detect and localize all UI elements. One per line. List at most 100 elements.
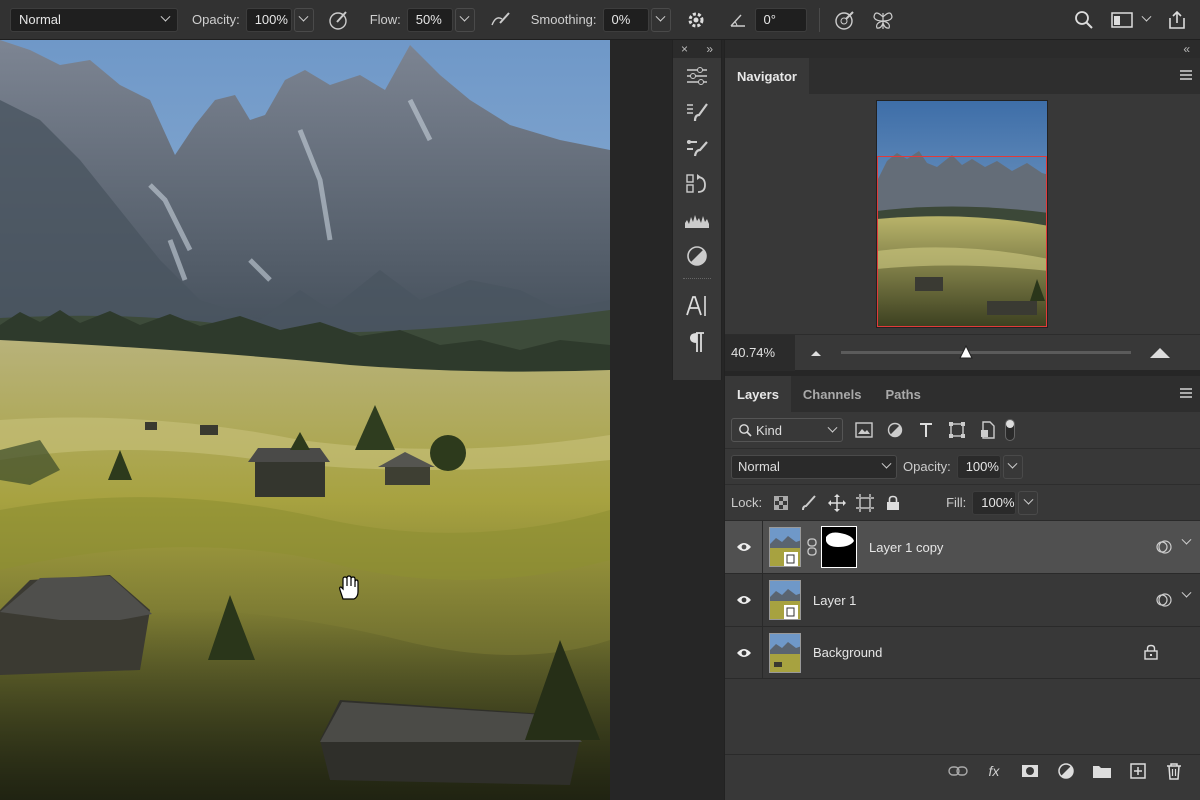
navigator-tabs: Navigator (725, 58, 1200, 94)
visibility-eye-icon[interactable] (725, 626, 763, 679)
brush-settings-icon[interactable] (673, 130, 721, 166)
panel-menu-icon[interactable] (1180, 70, 1192, 80)
fill-input[interactable]: 100% (972, 490, 1017, 515)
lock-artboard-icon[interactable] (852, 491, 878, 515)
layer-row-layer-1[interactable]: Layer 1 (725, 573, 1200, 627)
character-icon[interactable] (673, 288, 721, 324)
options-bar: Normal Opacity: 100% Flow: 50% Smoothing… (0, 0, 1200, 40)
filter-toggle[interactable] (1005, 419, 1015, 441)
angle-input[interactable]: 0° (754, 7, 807, 32)
brush-mode-select[interactable]: Normal (10, 7, 178, 32)
lock-icon[interactable] (1144, 644, 1158, 660)
layer-mask-thumbnail[interactable] (821, 526, 857, 568)
filter-adjustment-icon[interactable] (882, 418, 908, 442)
lock-position-move-icon[interactable] (824, 491, 850, 515)
opacity-input[interactable]: 100% (245, 7, 292, 32)
smoothing-input[interactable]: 0% (602, 7, 649, 32)
tab-channels-label: Channels (802, 386, 862, 402)
link-layers-icon[interactable] (945, 758, 971, 784)
tab-layers[interactable]: Layers (725, 376, 791, 412)
adjustments-panel-icon[interactable] (673, 58, 721, 94)
link-chain-icon[interactable] (807, 538, 817, 556)
smoothing-dropdown[interactable] (650, 7, 671, 32)
opacity-dropdown[interactable] (293, 7, 314, 32)
layer-name[interactable]: Background (813, 645, 882, 660)
airbrush-icon[interactable] (487, 7, 513, 33)
expand-panels-icon[interactable]: » (706, 42, 713, 56)
share-icon[interactable] (1164, 7, 1190, 33)
lock-image-brush-icon[interactable] (796, 491, 822, 515)
strip-grip[interactable] (683, 278, 711, 284)
paragraph-icon[interactable] (673, 324, 721, 360)
new-adjustment-layer-icon[interactable] (1053, 758, 1079, 784)
pasteboard (610, 40, 672, 800)
layer-thumbnail (769, 632, 801, 673)
divider (818, 7, 820, 32)
pressure-opacity-icon[interactable] (326, 7, 352, 33)
tab-navigator[interactable]: Navigator (725, 58, 809, 94)
smart-filter-icon[interactable] (1156, 592, 1172, 608)
filter-shape-icon[interactable] (944, 418, 970, 442)
layer-name[interactable]: Layer 1 copy (869, 540, 943, 555)
flow-input[interactable]: 50% (406, 7, 453, 32)
layer-opacity-input[interactable]: 100% (956, 454, 1001, 479)
layer-blend-mode-select[interactable]: Normal (731, 454, 897, 479)
document-canvas[interactable] (0, 40, 610, 800)
add-mask-icon[interactable] (1017, 758, 1043, 784)
navigator-thumbnail[interactable] (876, 100, 1048, 328)
smoothing-label: Smoothing: (530, 12, 597, 27)
delete-layer-trash-icon[interactable] (1161, 758, 1187, 784)
layer-name[interactable]: Layer 1 (813, 593, 856, 608)
tab-layers-label: Layers (737, 386, 779, 402)
flow-label: Flow: (369, 12, 401, 27)
gear-icon[interactable] (683, 7, 709, 33)
color-contrast-icon[interactable] (673, 238, 721, 274)
layer-blend-row: Normal Opacity: 100% (725, 448, 1200, 484)
zoom-slider-handle[interactable] (959, 345, 973, 359)
workspace-icon[interactable] (1109, 7, 1135, 33)
new-group-folder-icon[interactable] (1089, 758, 1115, 784)
filter-pixel-icon[interactable] (851, 418, 877, 442)
zoom-out-icon[interactable] (809, 348, 823, 358)
layers-tabs: Layers Channels Paths (725, 376, 1200, 412)
smart-filter-icon[interactable] (1156, 539, 1172, 555)
zoom-in-icon[interactable] (1149, 347, 1171, 359)
tab-paths[interactable]: Paths (873, 376, 932, 412)
lock-all-icon[interactable] (880, 491, 906, 515)
layer-row-layer-1-copy[interactable]: Layer 1 copy (725, 520, 1200, 574)
layer-row-background[interactable]: Background (725, 626, 1200, 679)
close-icon[interactable]: × (681, 42, 688, 56)
filter-type-icon[interactable] (913, 418, 939, 442)
visibility-eye-icon[interactable] (725, 573, 763, 627)
zoom-input[interactable]: 40.74% (725, 334, 795, 371)
chevron-down-icon[interactable] (1141, 11, 1152, 22)
lock-label: Lock: (731, 495, 763, 510)
history-icon[interactable] (673, 166, 721, 202)
fx-icon[interactable]: fx (981, 758, 1007, 784)
view-box[interactable] (877, 156, 1047, 327)
chevron-down-icon[interactable] (1181, 534, 1192, 545)
pressure-size-icon[interactable] (832, 7, 858, 33)
flow-dropdown[interactable] (454, 7, 475, 32)
tab-channels[interactable]: Channels (791, 376, 874, 412)
brush-presets-icon[interactable] (673, 94, 721, 130)
histogram-icon[interactable] (673, 202, 721, 238)
landscape-image (0, 40, 610, 800)
chevron-down-icon (827, 422, 838, 433)
collapse-dock-icon[interactable]: « (1183, 42, 1190, 56)
layer-lock-row: Lock: Fill: 100% (725, 484, 1200, 520)
search-icon[interactable] (1071, 7, 1097, 33)
angle-icon (725, 7, 751, 33)
panel-menu-icon[interactable] (1180, 388, 1192, 398)
right-panel-dock: « Navigator 40.74% Layers Channels Paths… (724, 40, 1200, 800)
lock-transparent-icon[interactable] (768, 491, 794, 515)
filter-smart-object-icon[interactable] (975, 418, 1001, 442)
zoom-slider[interactable] (841, 345, 1131, 359)
filter-kind-select[interactable]: Kind (731, 418, 843, 442)
new-layer-icon[interactable] (1125, 758, 1151, 784)
fill-dropdown[interactable] (1018, 490, 1039, 515)
layer-opacity-dropdown[interactable] (1002, 454, 1023, 479)
visibility-eye-icon[interactable] (725, 520, 763, 574)
chevron-down-icon[interactable] (1181, 587, 1192, 598)
symmetry-butterfly-icon[interactable] (870, 7, 896, 33)
